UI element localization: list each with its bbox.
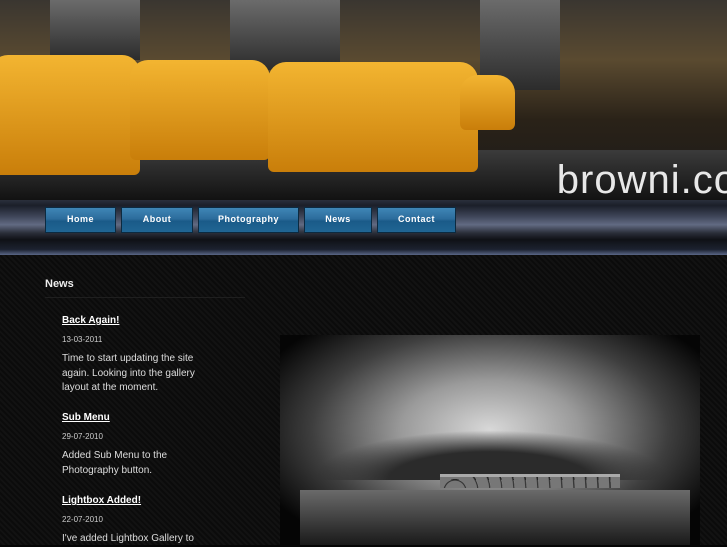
nav-about[interactable]: About (121, 207, 193, 233)
news-title-link[interactable]: Back Again! (62, 315, 212, 326)
photo-trees (310, 430, 670, 480)
news-title-link[interactable]: Sub Menu (62, 412, 212, 423)
news-text: Time to start updating the site again. L… (62, 353, 195, 393)
divider (45, 297, 245, 298)
site-logo[interactable]: browni.co (557, 158, 727, 200)
nav-contact[interactable]: Contact (377, 207, 456, 233)
news-heading: News (45, 278, 74, 290)
photo-bridge (440, 474, 620, 488)
nav-photography[interactable]: Photography (198, 207, 299, 233)
news-title-link[interactable]: Lightbox Added! (62, 495, 212, 506)
taxi-image (268, 62, 478, 172)
nav-news[interactable]: News (304, 207, 372, 233)
taxi-image (0, 55, 140, 175)
building (50, 0, 140, 60)
news-text: Added Sub Menu to the Photography button… (62, 450, 168, 476)
taxi-image (460, 75, 515, 130)
news-text: I've added Lightbox Gallery to (62, 533, 194, 544)
nav-home[interactable]: Home (45, 207, 116, 233)
news-date: 13-03-2011 (62, 335, 103, 344)
news-date: 29-07-2010 (62, 432, 103, 441)
news-date: 22-07-2010 (62, 515, 103, 524)
news-item: Lightbox Added! 22-07-2010 I've added Li… (62, 495, 212, 547)
taxi-image (130, 60, 270, 160)
photo-water (300, 490, 690, 545)
news-item: Sub Menu 29-07-2010 Added Sub Menu to th… (62, 412, 212, 478)
header-banner: browni.co (0, 0, 727, 200)
news-item: Back Again! 13-03-2011 Time to start upd… (62, 315, 212, 396)
